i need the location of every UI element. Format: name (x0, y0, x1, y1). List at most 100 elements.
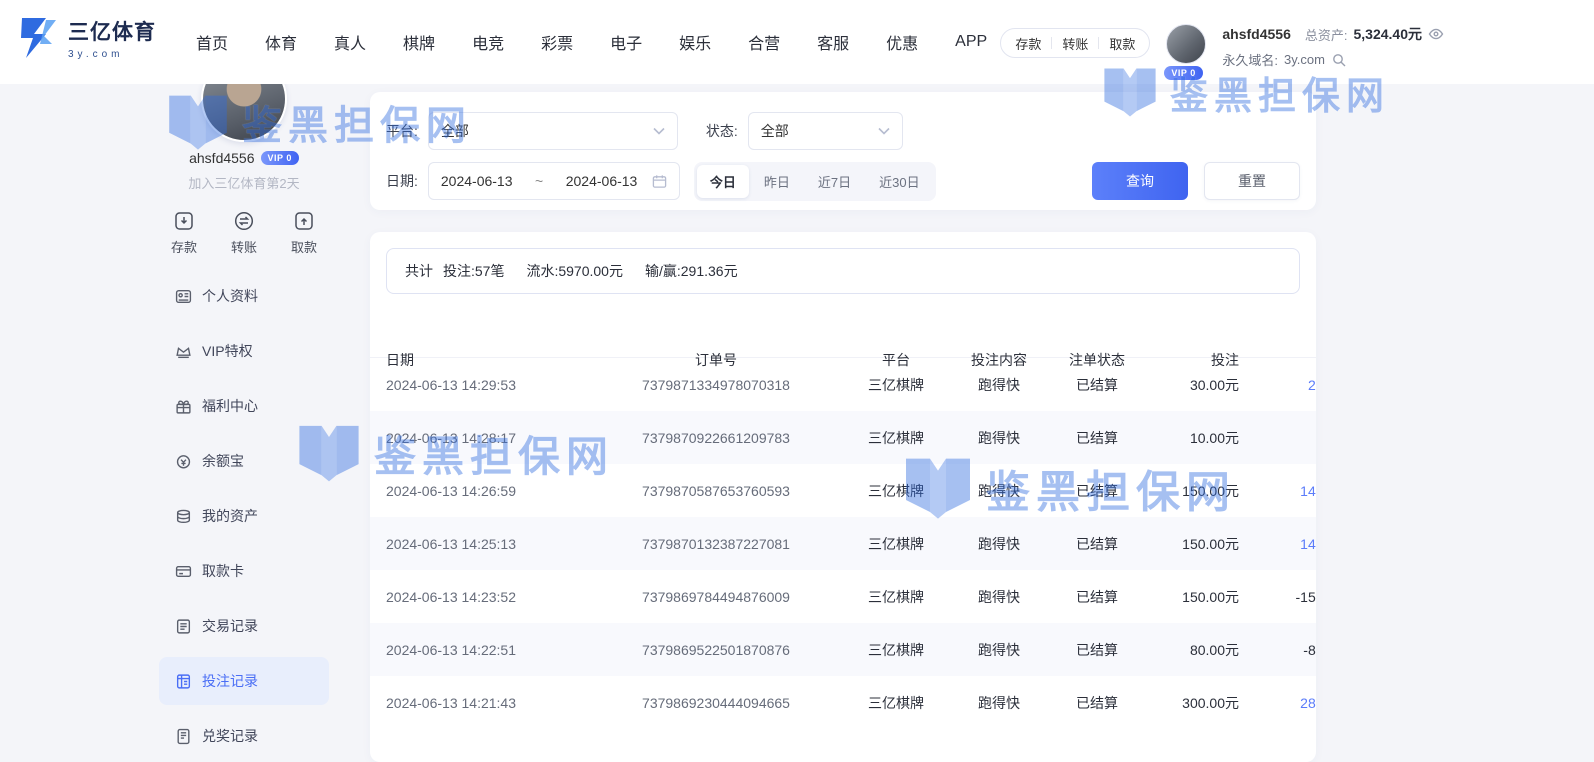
nav-promo[interactable]: 优惠 (886, 30, 918, 54)
nav-home[interactable]: 首页 (196, 30, 228, 54)
quick-transfer[interactable]: 转账 (231, 210, 257, 256)
sidebar-username: ahsfd4556 (189, 150, 254, 166)
cell-order: 7379870922661209783 (591, 430, 841, 446)
col-content: 投注内容 (951, 350, 1047, 370)
cell-date: 2024-06-13 14:26:59 (386, 483, 591, 499)
main-nav: 首页 体育 真人 棋牌 电竞 彩票 电子 娱乐 合营 客服 优惠 APP (196, 0, 987, 84)
cell-payout: 142.50元 (1239, 534, 1316, 554)
sidebar-item-prize-records[interactable]: 兑奖记录 (159, 712, 329, 760)
sidebar-item-label: 投注记录 (202, 671, 258, 691)
quick-withdraw[interactable]: 取款 (291, 210, 317, 256)
search-button[interactable]: 查询 (1092, 162, 1188, 200)
cell-payout: -150.00元 (1239, 587, 1316, 607)
quick-deposit[interactable]: 存款 (171, 210, 197, 256)
records-panel: 共计 投注:57笔 流水:5970.00元 输/赢:291.36元 日期 订单号… (370, 232, 1316, 762)
sidebar-item-yuebao[interactable]: 余额宝 (159, 437, 329, 485)
transfer-link[interactable]: 转账 (1062, 34, 1088, 53)
deposit-icon (173, 210, 195, 232)
cell-status: 已结算 (1047, 693, 1147, 713)
avatar[interactable] (1166, 24, 1206, 64)
cell-order: 7379870132387227081 (591, 536, 841, 552)
cell-status: 已结算 (1047, 640, 1147, 660)
cell-date: 2024-06-13 14:23:52 (386, 589, 591, 605)
cell-bet: 150.00元 (1147, 481, 1239, 501)
cell-platform: 三亿棋牌 (841, 375, 951, 395)
reset-button[interactable]: 重置 (1204, 162, 1300, 200)
nav-service[interactable]: 客服 (817, 30, 849, 54)
sidebar-vip-badge: VIP 0 (261, 151, 299, 165)
cell-payout: 9.50元 (1239, 428, 1316, 448)
nav-chess[interactable]: 棋牌 (403, 30, 435, 54)
col-date: 日期 (386, 350, 591, 370)
date-range-picker[interactable]: 2024-06-13 ~ 2024-06-13 (428, 162, 680, 200)
nav-partner[interactable]: 合营 (748, 30, 780, 54)
sidebar-item-bet-records[interactable]: 投注记录 (159, 657, 329, 705)
chevron-down-icon (653, 127, 665, 135)
sidebar-item-transactions[interactable]: 交易记录 (159, 602, 329, 650)
cell-bet: 30.00元 (1147, 375, 1239, 395)
brand-name: 三亿体育 (68, 16, 156, 46)
range-today[interactable]: 今日 (697, 165, 749, 198)
date-to: 2024-06-13 (566, 173, 638, 189)
brand-logo[interactable]: 三亿体育 3y.com (16, 14, 156, 62)
chevron-down-icon (878, 127, 890, 135)
cell-platform: 三亿棋牌 (841, 587, 951, 607)
sidebar-item-welfare[interactable]: 福利中心 (159, 382, 329, 430)
sidebar-item-label: 我的资产 (202, 506, 258, 526)
table-row: 2024-06-13 14:21:43 7379869230444094665 … (370, 676, 1316, 729)
cell-content: 跑得快 (951, 693, 1047, 713)
nav-entertainment[interactable]: 娱乐 (679, 30, 711, 54)
table-row: 2024-06-13 14:23:52 7379869784494876009 … (370, 570, 1316, 623)
crown-icon (175, 343, 192, 360)
sidebar-item-vip[interactable]: VIP特权 (159, 327, 329, 375)
nav-lottery[interactable]: 彩票 (541, 30, 573, 54)
nav-slots[interactable]: 电子 (610, 30, 642, 54)
platform-select[interactable]: 全部 (428, 112, 678, 150)
status-value: 全部 (761, 121, 789, 141)
withdraw-icon (293, 210, 315, 232)
col-order: 订单号 (591, 350, 841, 370)
col-bet: 投注 (1147, 350, 1239, 370)
withdraw-link[interactable]: 取款 (1109, 34, 1135, 53)
platform-label: 平台: (386, 121, 418, 141)
brand-mark-icon (16, 14, 60, 62)
search-icon[interactable] (1331, 52, 1347, 68)
cell-content: 跑得快 (951, 534, 1047, 554)
calendar-icon (652, 174, 667, 189)
range-30days[interactable]: 近30日 (866, 165, 932, 198)
deposit-link[interactable]: 存款 (1015, 34, 1041, 53)
brand-text: 三亿体育 3y.com (68, 16, 156, 60)
eye-icon[interactable] (1428, 26, 1444, 42)
cell-order: 7379869230444094665 (591, 695, 841, 711)
cell-bet: 300.00元 (1147, 693, 1239, 713)
nav-sports[interactable]: 体育 (265, 30, 297, 54)
table-row: 2024-06-13 14:28:17 7379870922661209783 … (370, 411, 1316, 464)
status-select[interactable]: 全部 (748, 112, 903, 150)
cell-order: 7379871334978070318 (591, 377, 841, 393)
cell-payout: -80.00元 (1239, 640, 1316, 660)
nav-live[interactable]: 真人 (334, 30, 366, 54)
sidebar-item-label: 兑奖记录 (202, 726, 258, 746)
summary-turnover: 流水:5970.00元 (526, 261, 623, 281)
range-yesterday[interactable]: 昨日 (751, 165, 803, 198)
sidebar: ahsfd4556 VIP 0 加入三亿体育第2天 存款 转账 取 (158, 84, 330, 762)
nav-esports[interactable]: 电竞 (472, 30, 504, 54)
range-7days[interactable]: 近7日 (805, 165, 864, 198)
gift-icon (175, 398, 192, 415)
cell-bet: 80.00元 (1147, 640, 1239, 660)
date-from: 2024-06-13 (441, 173, 513, 189)
nav-app[interactable]: APP (955, 33, 987, 51)
cell-content: 跑得快 (951, 481, 1047, 501)
divider (1098, 37, 1099, 49)
summary-bar: 共计 投注:57笔 流水:5970.00元 输/赢:291.36元 (386, 248, 1300, 294)
cell-bet: 150.00元 (1147, 534, 1239, 554)
join-days: 加入三亿体育第2天 (188, 173, 299, 192)
sidebar-item-withdraw-card[interactable]: 取款卡 (159, 547, 329, 595)
table-header: 日期 订单号 平台 投注内容 注单状态 投注 派彩 有效投注额 (370, 310, 1316, 358)
cell-order: 7379869522501870876 (591, 642, 841, 658)
cell-content: 跑得快 (951, 587, 1047, 607)
sidebar-item-label: 余额宝 (202, 451, 244, 471)
sidebar-item-profile[interactable]: 个人资料 (159, 272, 329, 320)
sidebar-item-assets[interactable]: 我的资产 (159, 492, 329, 540)
cell-order: 7379869784494876009 (591, 589, 841, 605)
